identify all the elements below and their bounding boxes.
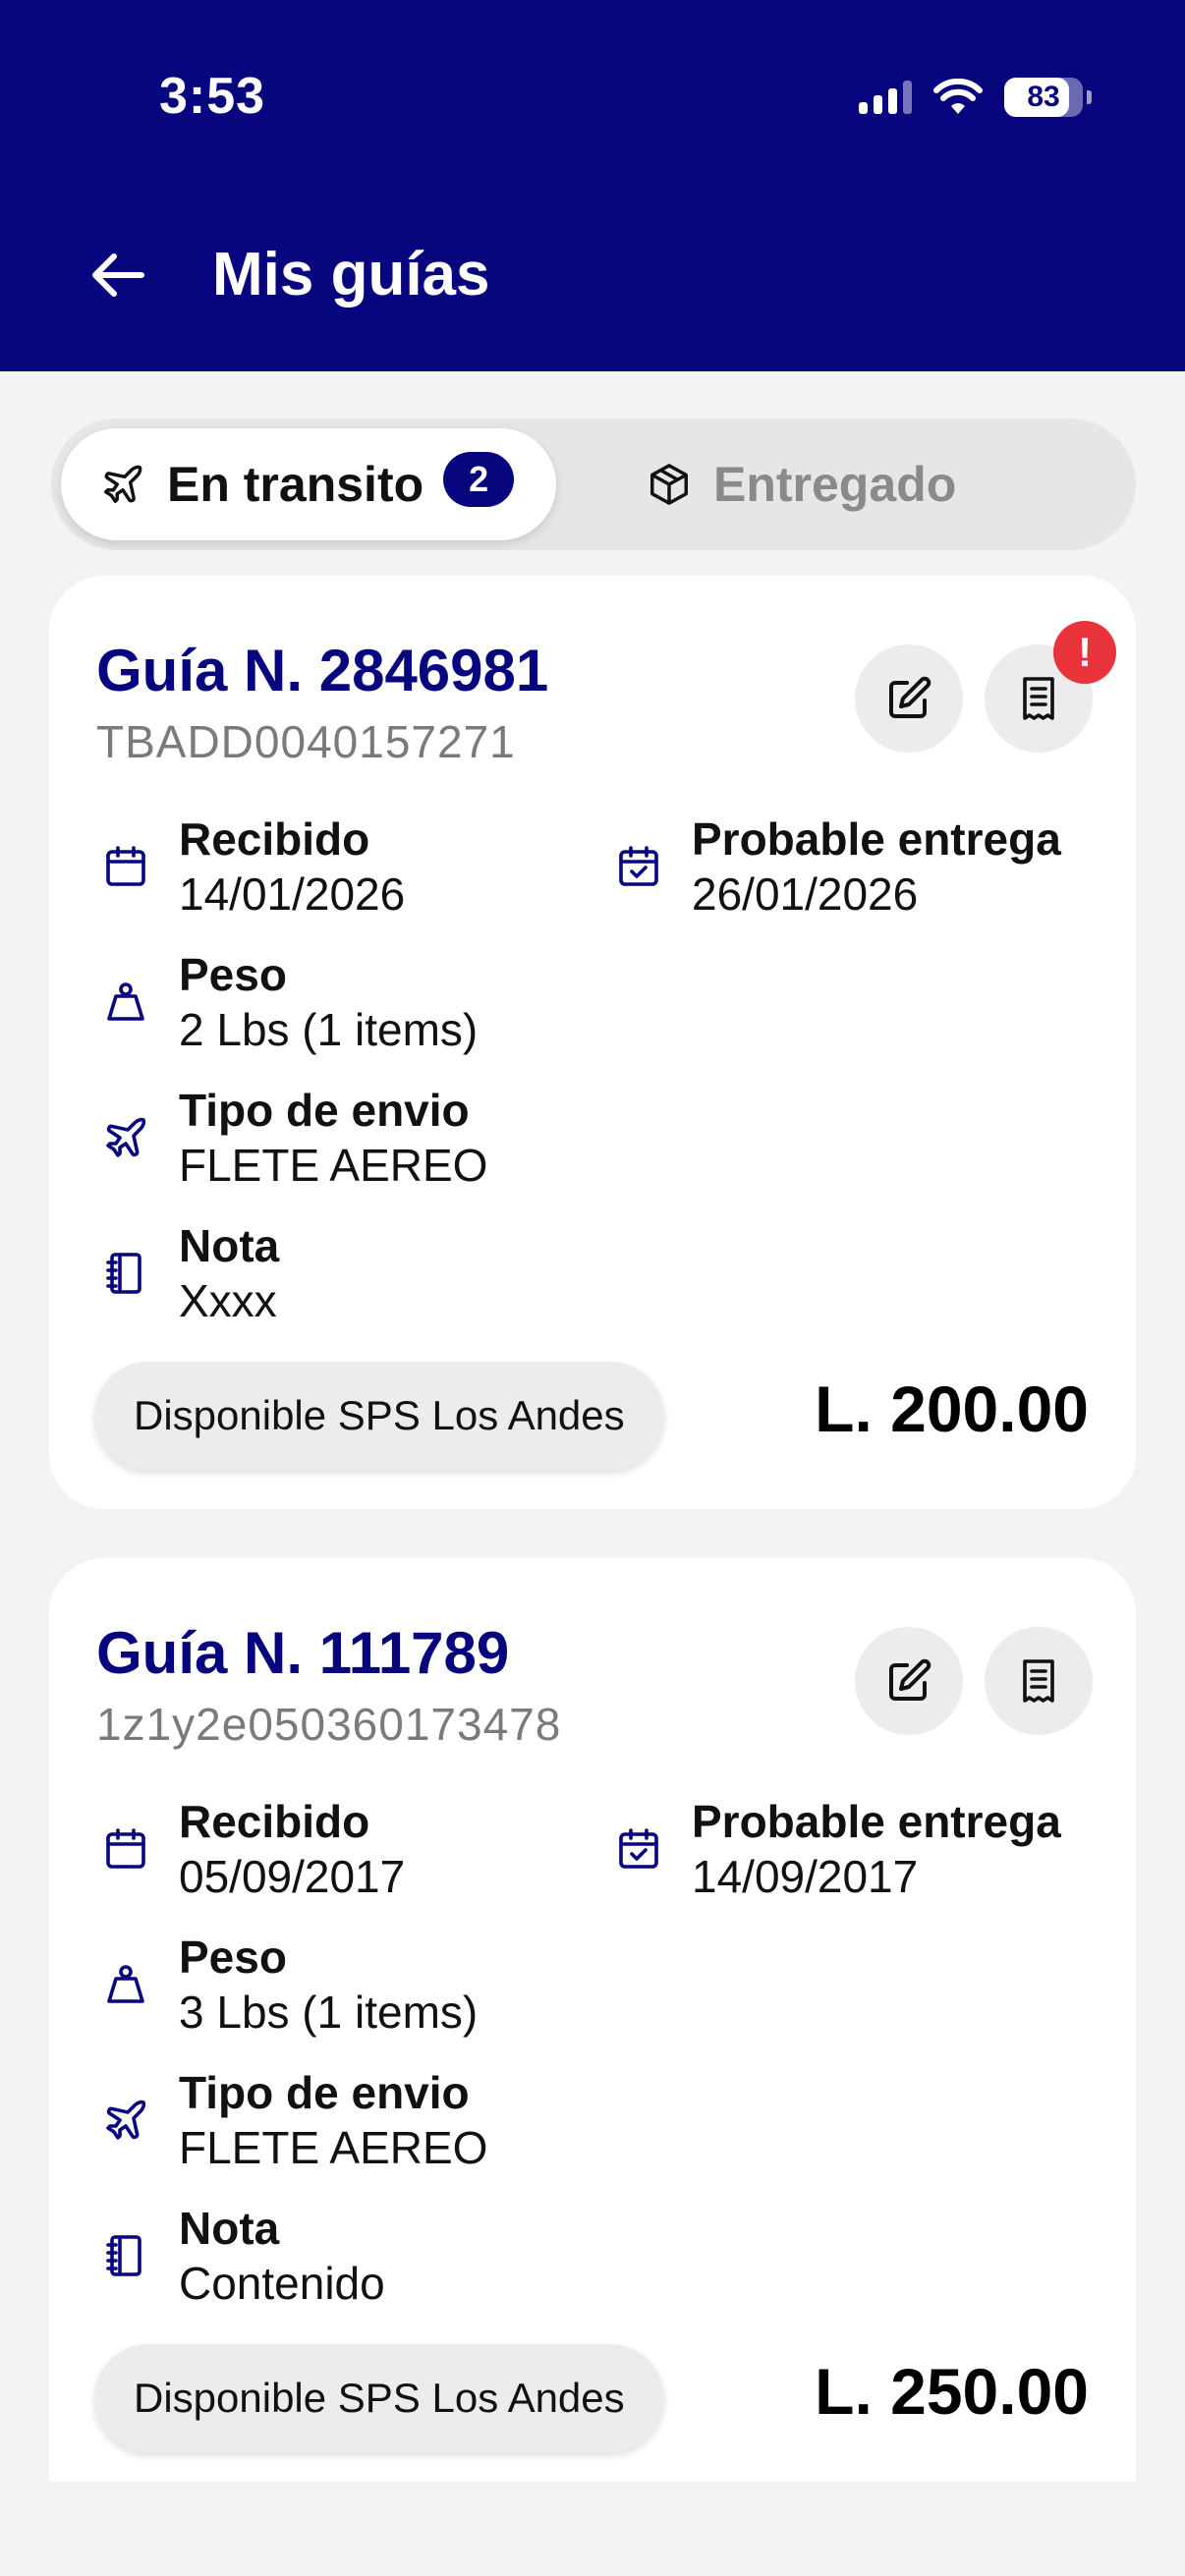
- tab-en-transito[interactable]: En transito 2: [61, 428, 556, 540]
- app-header: 3:53 83 Mis guías: [0, 0, 1185, 371]
- shipment-card[interactable]: Guía N. 2846981 TBADD0040157271 ! Recibi…: [49, 576, 1136, 1509]
- shipment-card[interactable]: Guía N. 111789 1z1y2e050360173478 Recibi…: [49, 1558, 1136, 2482]
- notebook-icon: [106, 1253, 141, 1294]
- delivery-info: Probable entrega 26/01/2026: [609, 812, 1061, 922]
- note-info: Nota Xxxx: [96, 1218, 279, 1328]
- calendar-icon: [106, 1828, 145, 1869]
- received-info: Recibido 14/01/2026: [96, 812, 405, 922]
- status-chip: Disponible SPS Los Andes: [94, 2344, 664, 2452]
- package-icon: [650, 464, 688, 505]
- airplane-icon: [106, 1117, 146, 1157]
- battery-icon: 83: [1004, 78, 1092, 117]
- tab-label: Entregado: [713, 457, 957, 512]
- tab-label: En transito: [167, 457, 424, 512]
- tracking-number: 1z1y2e050360173478: [96, 1699, 562, 1750]
- page-title: Mis guías: [212, 241, 490, 308]
- delivery-date: 14/09/2017: [692, 1851, 919, 1902]
- wifi-icon: [933, 79, 983, 114]
- note-value: Contenido: [179, 2258, 385, 2309]
- airplane-icon: [104, 465, 142, 503]
- receipt-button[interactable]: [985, 1627, 1093, 1735]
- cellular-signal-icon: [859, 81, 912, 114]
- tab-entregado[interactable]: Entregado: [582, 428, 1126, 540]
- delivery-label: Probable entrega: [692, 1796, 1061, 1847]
- shipping-type-label: Tipo de envio: [179, 1085, 470, 1136]
- receipt-icon: [1023, 1659, 1054, 1703]
- arrow-left-icon: [92, 253, 144, 297]
- weight-label: Peso: [179, 1932, 287, 1983]
- edit-button[interactable]: [855, 1627, 963, 1735]
- received-label: Recibido: [179, 813, 370, 865]
- battery-level: 83: [1027, 81, 1060, 113]
- calendar-icon: [106, 846, 145, 886]
- notebook-icon: [106, 2235, 141, 2276]
- calendar-check-icon: [619, 1828, 658, 1869]
- weight-info: Peso 2 Lbs (1 items): [96, 947, 478, 1057]
- note-info: Nota Contenido: [96, 2201, 385, 2311]
- tab-count-badge: 2: [443, 452, 515, 507]
- weight-info: Peso 3 Lbs (1 items): [96, 1930, 478, 2040]
- price: L. 250.00: [815, 2355, 1089, 2428]
- guide-number: Guía N. 111789: [96, 1620, 510, 1686]
- edit-icon: [889, 1658, 931, 1701]
- received-label: Recibido: [179, 1796, 370, 1847]
- shipping-type-value: FLETE AEREO: [179, 2122, 488, 2173]
- received-date: 14/01/2026: [179, 868, 406, 920]
- status-icons: 83: [859, 73, 1092, 122]
- calendar-check-icon: [619, 846, 658, 886]
- weight-value: 3 Lbs (1 items): [179, 1987, 479, 2038]
- status-time: 3:53: [159, 68, 266, 125]
- shipping-type-label: Tipo de envio: [179, 2067, 470, 2118]
- note-label: Nota: [179, 1220, 280, 1271]
- guide-number: Guía N. 2846981: [96, 638, 549, 703]
- status-chip: Disponible SPS Los Andes: [94, 1362, 664, 1470]
- status-tabs: En transito 2 Entregado: [51, 419, 1136, 550]
- price: L. 200.00: [815, 1372, 1089, 1445]
- tracking-number: TBADD0040157271: [96, 716, 516, 767]
- alert-badge: !: [1053, 621, 1116, 684]
- receipt-icon: [1023, 677, 1054, 720]
- weight-icon: [107, 982, 144, 1021]
- received-date: 05/09/2017: [179, 1851, 406, 1902]
- weight-label: Peso: [179, 949, 287, 1000]
- received-info: Recibido 05/09/2017: [96, 1794, 405, 1904]
- shipping-type-value: FLETE AEREO: [179, 1140, 488, 1191]
- back-button[interactable]: [86, 244, 149, 307]
- note-value: Xxxx: [179, 1275, 277, 1326]
- delivery-info: Probable entrega 14/09/2017: [609, 1794, 1061, 1904]
- note-label: Nota: [179, 2203, 280, 2254]
- shipping-type-info: Tipo de envio FLETE AEREO: [96, 2065, 487, 2175]
- delivery-date: 26/01/2026: [692, 868, 919, 920]
- shipping-type-info: Tipo de envio FLETE AEREO: [96, 1083, 487, 1193]
- weight-icon: [107, 1965, 144, 2003]
- weight-value: 2 Lbs (1 items): [179, 1004, 479, 1055]
- edit-button[interactable]: [855, 644, 963, 753]
- airplane-icon: [106, 2100, 146, 2140]
- edit-icon: [889, 676, 931, 718]
- delivery-label: Probable entrega: [692, 813, 1061, 865]
